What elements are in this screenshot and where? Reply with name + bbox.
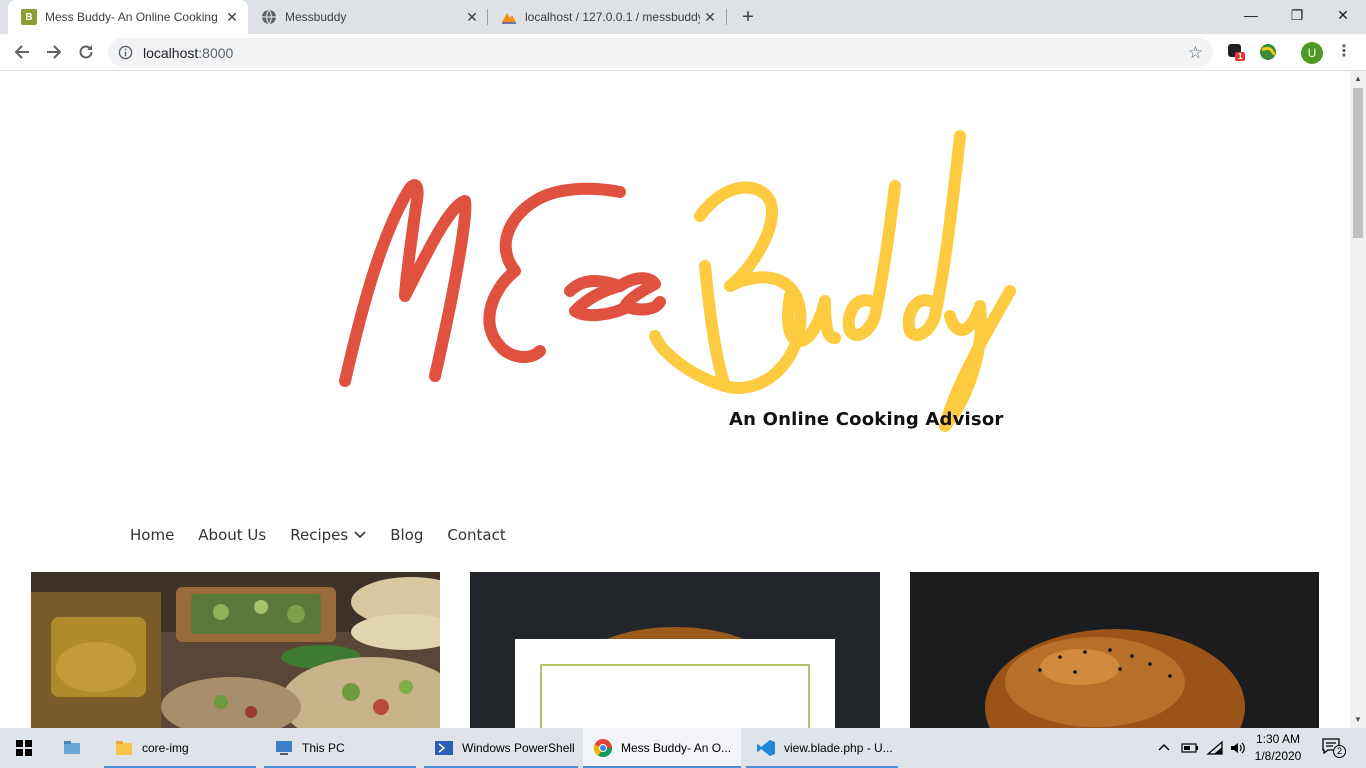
extension-button[interactable]: 1: [1226, 42, 1246, 62]
tray-chevron-up-icon[interactable]: [1156, 740, 1172, 756]
nav-recipes-label: Recipes: [290, 526, 349, 544]
browser-toolbar: localhost:8000 ☆ 1 U ⋮: [0, 34, 1366, 71]
url-host: localhost: [143, 45, 199, 61]
address-bar[interactable]: localhost:8000 ☆: [108, 38, 1213, 67]
forward-button[interactable]: [40, 38, 68, 66]
tab-title: localhost / 127.0.0.1 / messbuddy: [525, 10, 700, 24]
close-tab-icon[interactable]: ✕: [462, 9, 482, 26]
taskbar-label: This PC: [302, 741, 345, 755]
chrome-icon: [593, 739, 612, 758]
scroll-down-arrow-icon[interactable]: ▼: [1350, 712, 1366, 728]
windows-taskbar: core-img This PC Windows PowerShell Mess…: [0, 728, 1366, 768]
globe-icon: [261, 9, 277, 25]
clock-time: 1:30 AM: [1255, 732, 1301, 746]
minimize-button[interactable]: —: [1228, 0, 1274, 30]
extension-badge: 1: [1238, 52, 1243, 61]
tab-title: Messbuddy: [285, 10, 347, 24]
battery-icon[interactable]: [1181, 740, 1199, 756]
url-text: localhost:8000: [143, 45, 233, 61]
taskbar-file-explorer[interactable]: [52, 728, 98, 768]
arrow-left-icon: [14, 45, 29, 59]
reload-icon: [79, 45, 93, 59]
close-tab-icon[interactable]: ✕: [700, 9, 720, 26]
folder-icon: [116, 741, 132, 755]
back-button[interactable]: [8, 38, 36, 66]
bookmark-star-icon[interactable]: ☆: [1188, 43, 1203, 63]
messbuddy-logo: [339, 130, 1016, 432]
chevron-down-icon: [354, 531, 366, 539]
tab-messbuddy[interactable]: Messbuddy ✕: [248, 0, 488, 34]
nav-home[interactable]: Home: [130, 526, 174, 544]
volume-icon[interactable]: [1229, 740, 1247, 756]
recipe-image-bun-featured[interactable]: [470, 572, 880, 728]
nav-recipes[interactable]: Recipes: [290, 526, 366, 544]
arrow-right-icon: [47, 45, 62, 59]
site-tagline: An Online Cooking Advisor: [729, 409, 1004, 430]
start-button[interactable]: [0, 728, 48, 768]
extension-icon: [1228, 44, 1245, 61]
recipe-image-tacos[interactable]: [31, 572, 440, 728]
page-scrollbar[interactable]: ▲ ▼: [1350, 71, 1366, 728]
taskbar-this-pc[interactable]: This PC: [264, 728, 416, 768]
close-window-button[interactable]: ✕: [1320, 0, 1366, 30]
web-page: An Online Cooking Advisor Home About Us …: [0, 71, 1350, 728]
bun-photo: [910, 572, 1319, 728]
nav-contact[interactable]: Contact: [447, 526, 505, 544]
windows-logo-icon: [16, 740, 32, 756]
globe-extension-icon: [1260, 44, 1276, 60]
system-clock[interactable]: 1:30 AM 1/8/2020: [1252, 731, 1304, 765]
phpmyadmin-icon: [501, 9, 517, 25]
tab-phpmyadmin[interactable]: localhost / 127.0.0.1 / messbuddy ✕: [488, 0, 726, 34]
featured-overlay-border: [540, 664, 810, 728]
scroll-up-arrow-icon[interactable]: ▲: [1350, 71, 1366, 87]
info-icon[interactable]: [118, 45, 133, 60]
taskbar-powershell[interactable]: Windows PowerShell: [424, 728, 578, 768]
powershell-icon: [435, 741, 453, 755]
url-port: :8000: [198, 45, 234, 61]
wifi-icon[interactable]: [1206, 740, 1224, 756]
this-pc-icon: [276, 741, 292, 755]
taskbar-core-img[interactable]: core-img: [104, 728, 256, 768]
file-explorer-icon: [64, 741, 80, 754]
tab-mess-buddy[interactable]: B Mess Buddy- An Online Cooking ✕: [8, 0, 248, 34]
tab-separator: [726, 9, 727, 25]
browser-tab-strip: B Mess Buddy- An Online Cooking ✕ Messbu…: [0, 0, 1366, 34]
new-tab-button[interactable]: +: [736, 4, 760, 30]
nav-blog[interactable]: Blog: [390, 526, 423, 544]
reload-button[interactable]: [72, 38, 100, 66]
taskbar-vscode[interactable]: view.blade.php - U...: [746, 728, 898, 768]
vscode-icon: [757, 740, 775, 756]
clock-date: 1/8/2020: [1254, 749, 1302, 763]
tab-title: Mess Buddy- An Online Cooking: [45, 10, 218, 24]
taskbar-chrome[interactable]: Mess Buddy- An O...: [583, 728, 741, 768]
featured-overlay-box: [515, 639, 835, 728]
notification-count-badge: 2: [1333, 745, 1346, 758]
restore-button[interactable]: ❐: [1274, 0, 1320, 30]
extension-button[interactable]: [1258, 42, 1278, 62]
close-tab-icon[interactable]: ✕: [222, 9, 242, 26]
action-center-button[interactable]: 2: [1322, 738, 1348, 758]
bootstrap-b-icon: B: [21, 9, 37, 25]
taskbar-label: core-img: [142, 741, 189, 755]
taskbar-label: Windows PowerShell: [462, 741, 575, 755]
tacos-photo: [31, 572, 440, 728]
nav-about-us[interactable]: About Us: [198, 526, 266, 544]
recipe-image-bun[interactable]: [910, 572, 1319, 728]
main-navigation: Home About Us Recipes Blog Contact: [130, 526, 530, 544]
profile-avatar[interactable]: U: [1301, 42, 1323, 64]
taskbar-label: Mess Buddy- An O...: [621, 741, 732, 755]
browser-menu-icon[interactable]: ⋮: [1336, 42, 1352, 62]
scrollbar-thumb[interactable]: [1353, 88, 1363, 238]
taskbar-label: view.blade.php - U...: [784, 741, 893, 755]
